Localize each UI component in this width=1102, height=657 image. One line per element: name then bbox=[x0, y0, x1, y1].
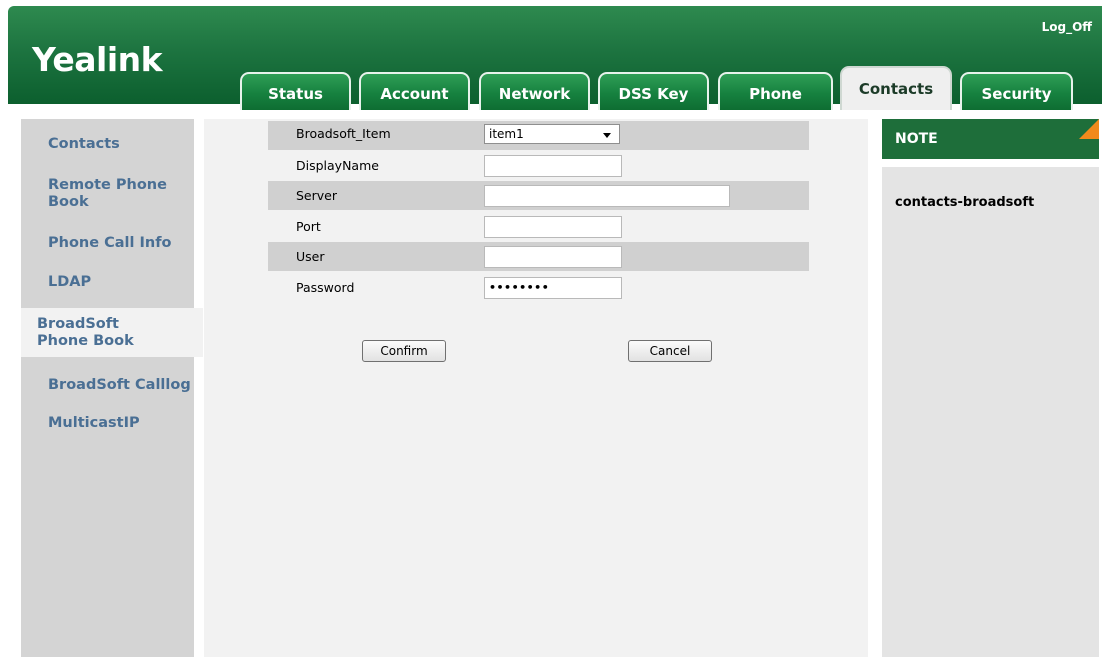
tab-security[interactable]: Security bbox=[960, 72, 1073, 110]
server-input[interactable] bbox=[484, 185, 730, 207]
note-header: NOTE bbox=[882, 119, 1099, 159]
logoff-link[interactable]: Log_Off bbox=[1042, 20, 1092, 34]
broadsoft-item-value: item1 bbox=[489, 127, 524, 141]
sidebar-item-multicastip[interactable]: MulticastIP bbox=[21, 415, 194, 432]
form-row-broadsoft-item: Broadsoft_Item item1 bbox=[268, 121, 809, 150]
password-label: Password bbox=[296, 280, 355, 295]
tab-account[interactable]: Account bbox=[359, 72, 470, 110]
tab-status[interactable]: Status bbox=[240, 72, 351, 110]
sidebar-item-broadsoft-calllog[interactable]: BroadSoft Calllog bbox=[21, 377, 194, 394]
form-row-port: Port bbox=[268, 212, 809, 241]
form-row-user: User bbox=[268, 242, 809, 271]
form-row-password: Password •••••••• bbox=[268, 273, 809, 302]
tab-phone[interactable]: Phone bbox=[718, 72, 833, 110]
note-panel: contacts-broadsoft bbox=[882, 167, 1099, 657]
tab-dss-key[interactable]: DSS Key bbox=[598, 72, 709, 110]
note-text: contacts-broadsoft bbox=[895, 195, 1035, 210]
display-name-label: DisplayName bbox=[296, 158, 379, 173]
user-label: User bbox=[296, 249, 325, 264]
sidebar-item-broadsoft-phone-book[interactable]: BroadSoft Phone Book bbox=[21, 308, 203, 357]
broadsoft-item-label: Broadsoft_Item bbox=[296, 126, 391, 141]
corner-fold-icon bbox=[1079, 119, 1099, 139]
sidebar-item-remote-phone-book[interactable]: Remote Phone Book bbox=[21, 177, 191, 211]
port-label: Port bbox=[296, 219, 321, 234]
form-row-server: Server bbox=[268, 181, 809, 210]
chevron-down-icon bbox=[603, 133, 611, 138]
sidebar-item-ldap[interactable]: LDAP bbox=[21, 274, 194, 291]
sidebar-item-contacts[interactable]: Contacts bbox=[21, 136, 194, 153]
user-input[interactable] bbox=[484, 246, 622, 268]
header-bar: Yealink Log_Off Status Account Network D… bbox=[8, 6, 1102, 110]
cancel-button[interactable]: Cancel bbox=[628, 340, 712, 362]
tab-contacts[interactable]: Contacts bbox=[840, 66, 952, 110]
form-row-display-name: DisplayName bbox=[268, 151, 809, 180]
display-name-input[interactable] bbox=[484, 155, 622, 177]
sidebar: Contacts Remote Phone Book Phone Call In… bbox=[21, 119, 203, 657]
main-content: Broadsoft_Item item1 DisplayName Server … bbox=[204, 119, 868, 657]
sidebar-item-phone-call-info[interactable]: Phone Call Info bbox=[21, 235, 194, 252]
note-title: NOTE bbox=[895, 131, 938, 147]
port-input[interactable] bbox=[484, 216, 622, 238]
tab-network[interactable]: Network bbox=[479, 72, 590, 110]
server-label: Server bbox=[296, 188, 337, 203]
yealink-logo: Yealink bbox=[32, 40, 163, 79]
confirm-button[interactable]: Confirm bbox=[362, 340, 446, 362]
broadsoft-item-select[interactable]: item1 bbox=[484, 124, 620, 144]
password-input[interactable]: •••••••• bbox=[484, 277, 622, 299]
